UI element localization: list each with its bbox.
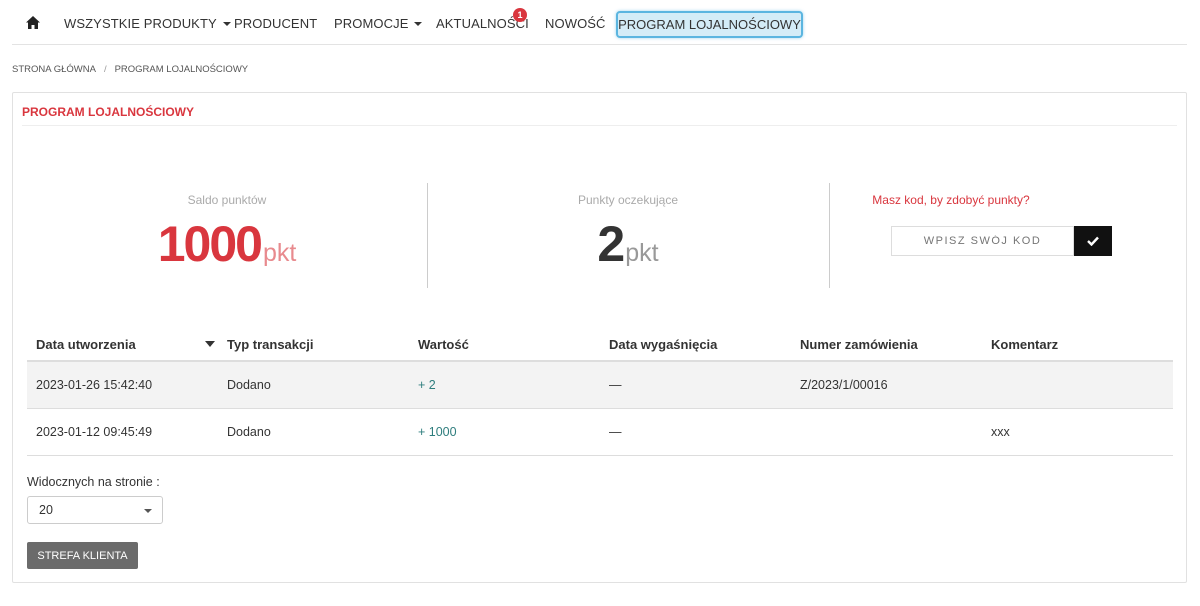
nav-promotions-label: PROMOCJE [334,16,409,31]
points-balance-value: 1000 [157,216,263,272]
per-page-value: 20 [39,503,53,517]
cell-comment: xxx [991,425,1010,439]
points-balance-unit: pkt [262,239,297,267]
code-input[interactable] [891,226,1074,256]
cell-expiry: — [609,378,622,392]
breadcrumb-current: PROGRAM LOJALNOŚCIOWY [114,64,249,75]
cell-order: Z/2023/1/00016 [800,378,888,392]
stat-divider [829,183,830,288]
points-balance-value-wrap: 1000 pkt [27,215,427,273]
cell-type: Dodano [227,378,271,392]
column-header-order[interactable]: Numer zamówienia [800,328,918,360]
news-count-badge: 1 [513,8,527,22]
pending-points-label: Punkty oczekujące [577,193,679,207]
table-row: 2023-01-26 15:42:40 Dodano + 2 — Z/2023/… [27,362,1173,409]
nav-producer[interactable]: PRODUCENT [234,16,317,31]
column-header-expiry[interactable]: Data wygaśnięcia [609,328,717,360]
nav-promotions[interactable]: PROMOCJE [334,16,423,31]
breadcrumb-separator: / [103,64,107,75]
pending-points-value-wrap: 2 pkt [428,215,828,273]
loyalty-panel: PROGRAM LOJALNOŚCIOWY Saldo punktów 1000… [12,92,1187,583]
nav-new-label: NOWOŚĆ [545,16,606,31]
per-page-select[interactable]: 20 [27,496,163,524]
nav-all-products-label: WSZYSTKIE PRODUKTY [64,16,217,31]
per-page-label: Widocznych na stronie : [27,475,160,489]
pending-points: Punkty oczekujące 2 pkt [428,193,828,273]
pending-points-value: 2 [597,216,625,272]
check-icon [1087,236,1099,246]
code-prompt: Masz kod, by zdobyć punkty? [872,193,1030,207]
breadcrumb-home[interactable]: STRONA GŁÓWNA [12,64,96,75]
top-navigation: WSZYSTKIE PRODUKTY PRODUCENT PROMOCJE AK… [12,0,1187,45]
table-row: 2023-01-12 09:45:49 Dodano + 1000 — xxx [27,409,1173,456]
cell-value: + 2 [418,378,436,392]
cell-value: + 1000 [418,425,457,439]
nav-new[interactable]: NOWOŚĆ [545,16,606,31]
home-icon[interactable] [26,16,40,29]
cell-date: 2023-01-26 15:42:40 [36,378,153,392]
cell-expiry: — [609,425,622,439]
page-title: PROGRAM LOJALNOŚCIOWY [22,105,195,119]
cell-date: 2023-01-12 09:45:49 [36,425,153,439]
title-divider [22,125,1177,126]
points-balance-label: Saldo punktów [187,193,267,207]
table-header: Data utworzenia Typ transakcji Wartość D… [27,328,1173,362]
nav-loyalty-program[interactable]: PROGRAM LOJALNOŚCIOWY [616,11,803,38]
chevron-down-icon [144,509,152,513]
client-zone-button[interactable]: STREFA KLIENTA [27,542,138,569]
nav-all-products[interactable]: WSZYSTKIE PRODUKTY [64,16,231,31]
pending-points-unit: pkt [625,239,659,267]
column-header-value[interactable]: Wartość [418,328,469,360]
column-header-comment[interactable]: Komentarz [991,328,1058,360]
column-header-date[interactable]: Data utworzenia [36,328,136,360]
breadcrumb: STRONA GŁÓWNA / PROGRAM LOJALNOŚCIOWY [12,64,248,75]
chevron-down-icon [414,21,423,26]
transactions-table: Data utworzenia Typ transakcji Wartość D… [27,328,1173,456]
sort-desc-icon[interactable] [205,341,215,347]
nav-loyalty-program-label: PROGRAM LOJALNOŚCIOWY [618,17,801,32]
nav-producer-label: PRODUCENT [234,16,318,31]
points-balance: Saldo punktów 1000 pkt [27,193,427,273]
chevron-down-icon [222,21,231,26]
column-header-type[interactable]: Typ transakcji [227,328,313,360]
submit-code-button[interactable] [1074,226,1112,256]
cell-type: Dodano [227,425,271,439]
